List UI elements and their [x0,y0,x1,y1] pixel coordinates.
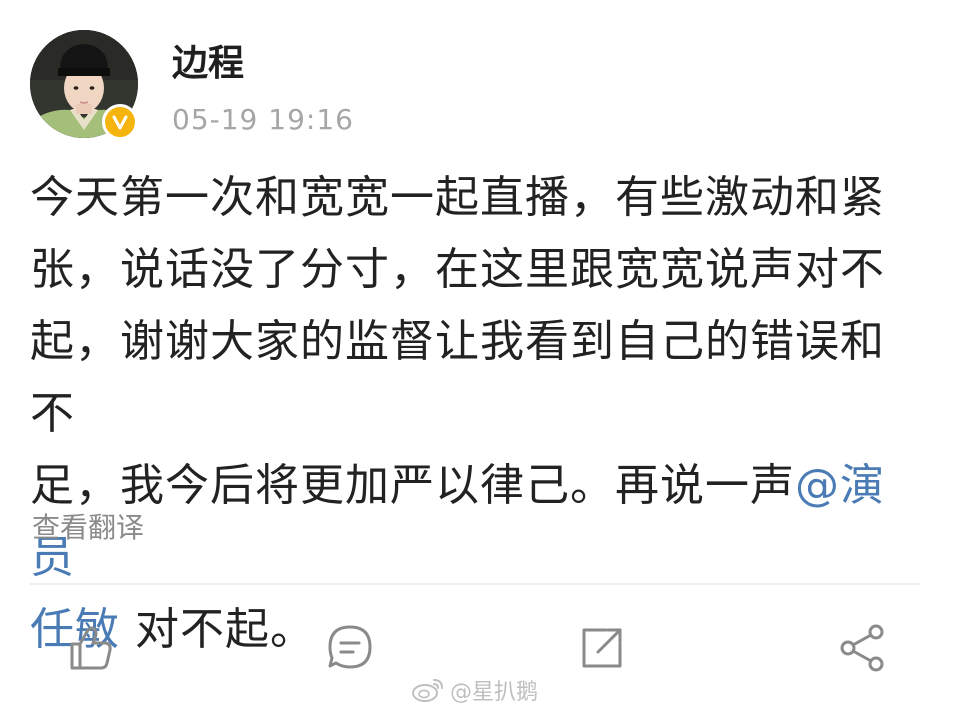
view-translation-link[interactable]: 查看翻译 [32,510,144,546]
comment-button[interactable] [322,620,378,676]
like-button[interactable] [62,620,118,676]
verified-badge-icon [102,104,138,140]
post-line: 足，我今后将更加严以律己。再说一声@演员 [30,450,910,594]
watermark: @星扒鹅 [412,674,538,706]
share-button[interactable] [834,620,890,676]
post-line-text: 足，我今后将更加严以律己。再说一声 [30,460,795,511]
post-body: 今天第一次和宽宽一起直播，有些激动和紧 张，说话没了分寸，在这里跟宽宽说声对不 … [30,162,910,666]
repost-icon [582,628,622,668]
divider [30,583,920,585]
post-line: 今天第一次和宽宽一起直播，有些激动和紧 [30,172,885,223]
thumbs-up-icon [70,626,112,670]
comment-icon [328,625,372,669]
watermark-text: @星扒鹅 [450,680,539,705]
post-line: 张，说话没了分寸，在这里跟宽宽说声对不 [30,244,885,295]
weibo-post-screen: 边程 05-19 19:16 今天第一次和宽宽一起直播，有些激动和紧 张，说话没… [0,0,960,711]
author-name[interactable]: 边程 [172,42,244,86]
weibo-logo-icon [412,679,443,702]
post-line: 起，谢谢大家的监督让我看到自己的错误和不 [30,316,885,439]
post-line: 任敏 对不起。 [30,594,910,666]
post-line-text: 对不起。 [120,604,315,655]
post-timestamp: 05-19 19:16 [172,103,354,136]
share-icon [840,624,884,672]
repost-button[interactable] [574,620,630,676]
avatar[interactable] [30,30,138,140]
